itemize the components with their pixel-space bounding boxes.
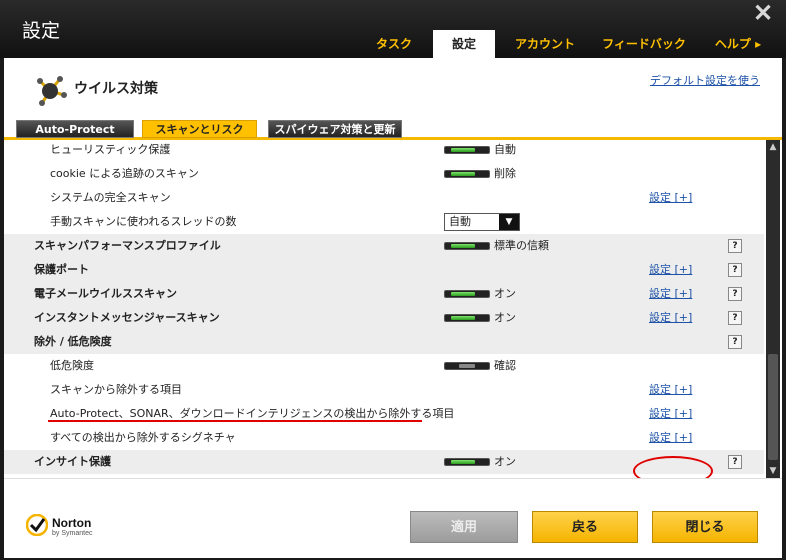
help-button[interactable]: ? (728, 263, 742, 277)
row-label: Auto-Protect、SONAR、ダウンロードインテリジェンスの検出から除外… (50, 407, 455, 420)
settings-link[interactable]: 設定 [+] (649, 282, 692, 306)
row-label: 低危険度 (50, 359, 94, 372)
back-button[interactable]: 戻る (532, 511, 638, 543)
settings-row: すべての検出から除外するシグネチャ 設定 [+] (4, 426, 764, 450)
row-status: 削除 (494, 167, 516, 180)
nav-tab-help[interactable]: ヘルプ ▸ (706, 30, 770, 58)
settings-row-header: 保護ポート 設定 [+] ? (4, 258, 764, 282)
settings-row-header: インスタントメッセンジャースキャン オン 設定 [+] ? (4, 306, 764, 330)
subtab-spyware-and-update[interactable]: スパイウェア対策と更新 (268, 120, 402, 138)
settings-row-header: 除外 / 低危険度 ? (4, 330, 764, 354)
row-label: インサイト保護 (34, 455, 111, 468)
norton-checkmark-icon (26, 514, 48, 536)
settings-link[interactable]: 設定 [+] (649, 402, 692, 426)
row-status: 自動 (494, 143, 516, 156)
row-status: 標準の信頼 (494, 239, 549, 252)
help-button[interactable]: ? (728, 335, 742, 349)
nav-tab-settings[interactable]: 設定 (433, 30, 495, 58)
window-title: 設定 (22, 20, 61, 42)
close-icon[interactable]: ✕ (751, 2, 775, 26)
sub-tab-bar: Auto-Protect スキャンとリスク スパイウェア対策と更新 (4, 120, 782, 140)
nav-tab-tasks[interactable]: タスク (364, 30, 424, 58)
close-button[interactable]: 閉じる (652, 511, 758, 543)
toggle-switch[interactable] (444, 170, 490, 178)
scroll-up-icon[interactable]: ▲ (766, 140, 780, 154)
toggle-switch[interactable] (444, 146, 490, 154)
row-label: ヒューリスティック保護 (50, 143, 171, 156)
section-title: ウイルス対策 (74, 81, 158, 97)
virus-protection-icon (37, 76, 67, 106)
norton-logo-subtext: by Symantec (52, 530, 93, 537)
settings-window: 設定 ✕ タスク 設定 アカウント フィードバック ヘルプ ▸ ウイルス対策 デ… (0, 0, 786, 560)
subtab-auto-protect[interactable]: Auto-Protect (16, 120, 134, 138)
thread-count-dropdown[interactable]: 自動 ▼ (444, 213, 520, 231)
highlight-underline (48, 420, 422, 422)
row-label: スキャンから除外する項目 (50, 383, 182, 396)
subtab-scan-and-risk[interactable]: スキャンとリスク (142, 120, 257, 138)
row-label: スキャンパフォーマンスプロファイル (34, 239, 221, 252)
settings-row: 手動スキャンに使われるスレッドの数 自動 ▼ (4, 210, 764, 234)
help-button[interactable]: ? (728, 455, 742, 469)
settings-list: ヒューリスティック保護 自動 cookie による追跡のスキャン 削除 システム… (4, 140, 764, 478)
row-status: 確認 (494, 359, 516, 372)
help-button[interactable]: ? (728, 311, 742, 325)
scroll-thumb[interactable] (768, 354, 778, 460)
row-label: 手動スキャンに使われるスレッドの数 (50, 215, 237, 228)
dropdown-value: 自動 (449, 215, 471, 228)
nav-tab-feedback[interactable]: フィードバック (598, 30, 690, 58)
row-status: オン (494, 287, 516, 300)
nav-tab-account[interactable]: アカウント (505, 30, 585, 58)
help-button[interactable]: ? (728, 239, 742, 253)
toggle-switch[interactable] (444, 458, 490, 466)
settings-row: スキャンから除外する項目 設定 [+] (4, 378, 764, 402)
apply-button[interactable]: 適用 (410, 511, 518, 543)
toggle-switch[interactable] (444, 314, 490, 322)
row-label: cookie による追跡のスキャン (50, 167, 199, 180)
settings-row-header: 電子メールウイルススキャン オン 設定 [+] ? (4, 282, 764, 306)
row-label: インスタントメッセンジャースキャン (34, 311, 220, 324)
settings-link[interactable]: 設定 [+] (649, 258, 692, 282)
settings-row: システムの完全スキャン 設定 [+] (4, 186, 764, 210)
settings-row: Auto-Protect、SONAR、ダウンロードインテリジェンスの検出から除外… (4, 402, 764, 426)
settings-row-header: スキャンパフォーマンスプロファイル 標準の信頼 ? (4, 234, 764, 258)
row-label: すべての検出から除外するシグネチャ (50, 431, 236, 444)
help-button[interactable]: ? (728, 287, 742, 301)
toggle-switch[interactable] (444, 290, 490, 298)
toggle-switch[interactable] (444, 362, 490, 370)
use-default-settings-link[interactable]: デフォルト設定を使う (650, 72, 760, 88)
settings-link[interactable]: 設定 [+] (649, 186, 692, 210)
row-label: システムの完全スキャン (50, 191, 171, 204)
settings-link[interactable]: 設定 [+] (649, 426, 692, 450)
row-label: 電子メールウイルススキャン (34, 287, 177, 300)
norton-logo-text: Norton (52, 516, 92, 530)
footer: Norton by Symantec 適用 戻る 閉じる (4, 478, 782, 558)
row-status: オン (494, 455, 516, 468)
row-label: 保護ポート (34, 263, 89, 276)
chevron-down-icon: ▼ (499, 214, 519, 230)
settings-link[interactable]: 設定 [+] (649, 306, 692, 330)
scrollbar[interactable]: ▲ ▼ (766, 140, 780, 478)
row-label: 除外 / 低危険度 (34, 335, 112, 348)
row-status: オン (494, 311, 516, 324)
section-header: ウイルス対策 デフォルト設定を使う Auto-Protect スキャンとリスク … (4, 58, 782, 140)
toggle-switch[interactable] (444, 242, 490, 250)
settings-row: ヒューリスティック保護 自動 (4, 140, 764, 162)
settings-content: ウイルス対策 デフォルト設定を使う Auto-Protect スキャンとリスク … (4, 58, 782, 486)
title-bar: 設定 ✕ タスク 設定 アカウント フィードバック ヘルプ ▸ (0, 0, 786, 58)
settings-row: 低危険度 確認 (4, 354, 764, 378)
settings-row: cookie による追跡のスキャン 削除 (4, 162, 764, 186)
scroll-down-icon[interactable]: ▼ (766, 464, 780, 478)
settings-link[interactable]: 設定 [+] (649, 378, 692, 402)
